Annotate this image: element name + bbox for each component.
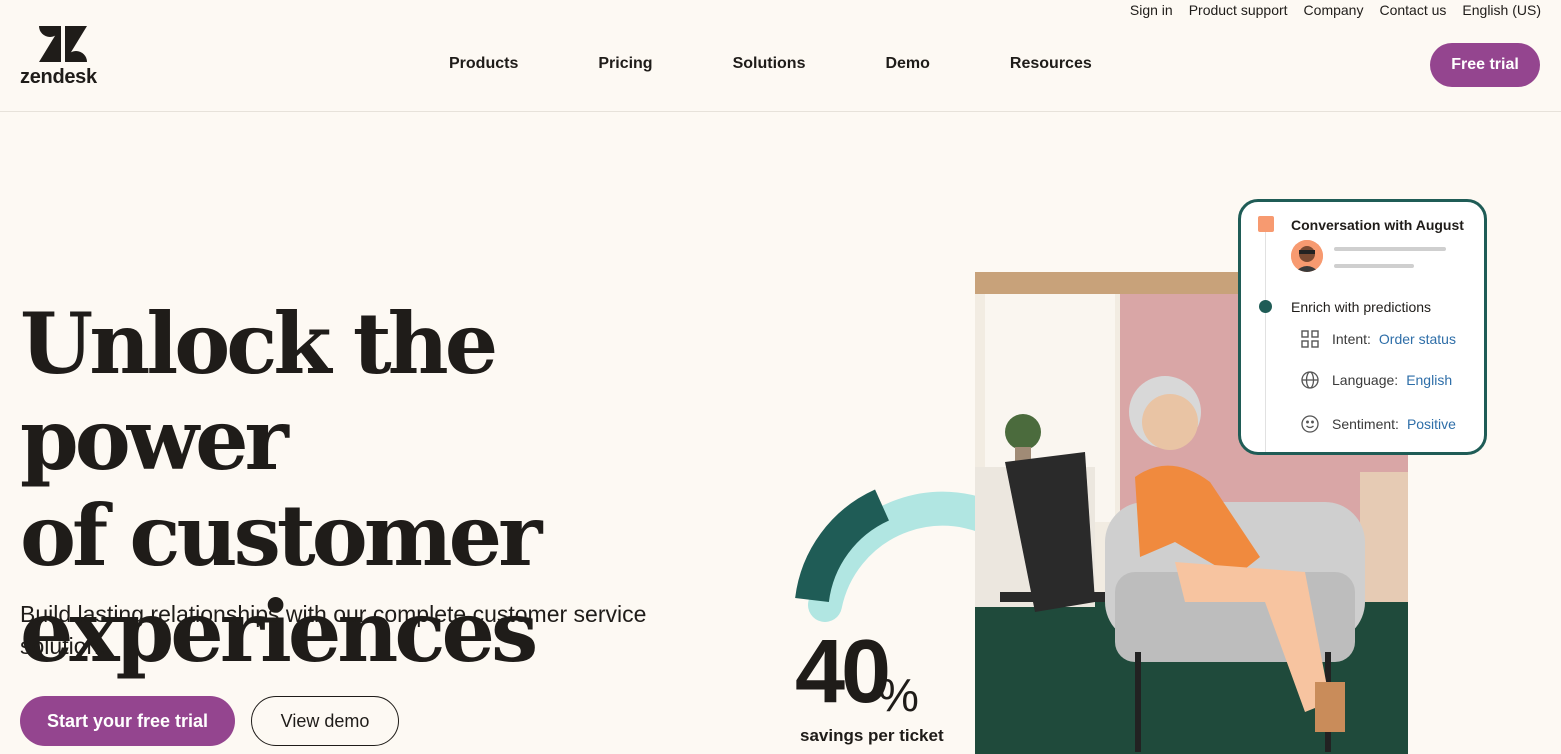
site-header: zendesk Products Pricing Solutions Demo … [0, 0, 1561, 112]
conversation-card: Conversation with August Enrich with pre… [1238, 199, 1487, 455]
message-placeholder-line [1334, 247, 1446, 251]
prediction-value: English [1406, 372, 1453, 388]
prediction-row: Language: English [1300, 370, 1452, 390]
prediction-row: Intent: Order status [1300, 329, 1456, 349]
headline-line: of customer [20, 486, 542, 585]
enrich-heading: Enrich with predictions [1291, 299, 1432, 315]
nav-resources[interactable]: Resources [1010, 55, 1092, 73]
start-free-trial-button[interactable]: Start your free trial [20, 696, 235, 746]
free-trial-button[interactable]: Free trial [1430, 43, 1540, 87]
nav-demo[interactable]: Demo [885, 55, 929, 73]
headline-line: Unlock the power [20, 294, 498, 489]
globe-icon [1300, 370, 1320, 390]
prediction-label: Language: [1332, 372, 1399, 388]
zendesk-logo[interactable]: zendesk [20, 26, 110, 88]
prediction-row: Sentiment: Positive [1300, 414, 1456, 434]
smiley-icon [1300, 414, 1320, 434]
conversation-marker-icon [1258, 216, 1274, 232]
grid-icon [1300, 329, 1320, 349]
nav-pricing[interactable]: Pricing [598, 55, 652, 73]
nav-solutions[interactable]: Solutions [733, 55, 806, 73]
timeline-line [1265, 232, 1266, 452]
message-placeholder-line [1334, 264, 1414, 268]
main-nav: Products Pricing Solutions Demo Resource… [449, 55, 1092, 73]
prediction-value: Positive [1406, 416, 1456, 432]
hero-subheadline: Build lasting relationships with our com… [20, 601, 647, 659]
logo-wordmark: zendesk [20, 66, 97, 88]
prediction-label: Sentiment: [1332, 416, 1399, 432]
prediction-value: Order status [1378, 331, 1456, 347]
teal-arc [795, 489, 890, 603]
stat-value: 40 [795, 622, 891, 722]
stat-label: savings per ticket [800, 726, 944, 745]
view-demo-button[interactable]: View demo [251, 696, 399, 746]
conversation-title: Conversation with August [1291, 217, 1464, 233]
zendesk-logo-icon [39, 26, 87, 62]
avatar [1291, 240, 1323, 272]
stat-unit: % [878, 669, 919, 721]
nav-products[interactable]: Products [449, 55, 518, 73]
prediction-label: Intent: [1332, 331, 1371, 347]
enrich-marker-icon [1259, 300, 1272, 313]
